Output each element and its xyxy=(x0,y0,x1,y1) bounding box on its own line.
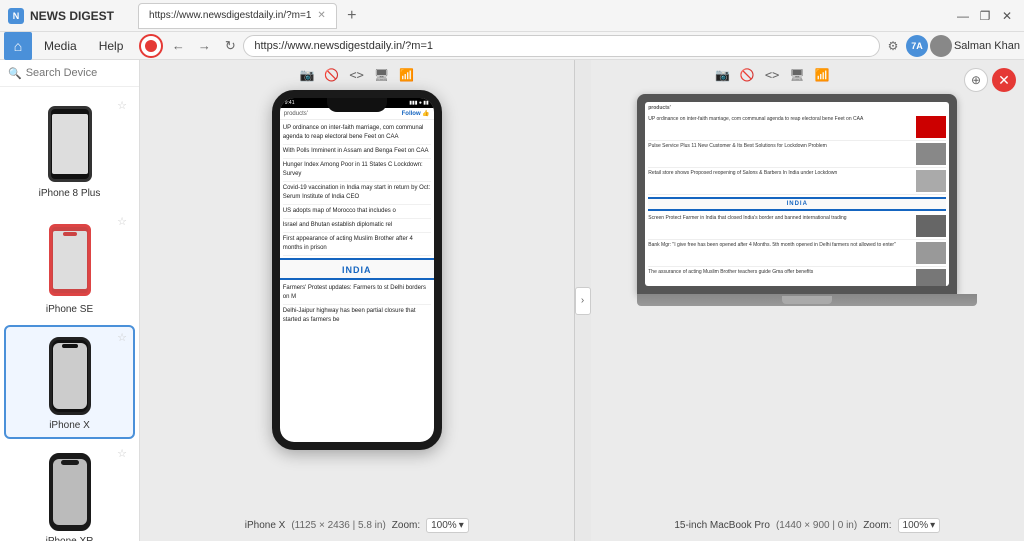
main-area: 🔍 « ☆ iPhone 8 Plus ☆ xyxy=(0,60,1024,541)
tool-block-left[interactable]: 🚫 xyxy=(324,68,339,82)
app-icon: N xyxy=(8,8,24,24)
nav-controls: ← → ↻ xyxy=(139,34,241,58)
record-button[interactable] xyxy=(139,34,163,58)
search-box: 🔍 « xyxy=(0,60,139,87)
home-icon: ⌂ xyxy=(14,38,22,54)
laptop-screen: products' UP ordinance on inter-faith ma… xyxy=(645,102,949,286)
zoom-chevron-right: ▾ xyxy=(930,520,935,531)
tab-close-icon[interactable]: ✕ xyxy=(317,10,325,21)
laptop-lid: products' UP ordinance on inter-faith ma… xyxy=(637,94,957,294)
zoom-label-right: Zoom: xyxy=(863,520,891,531)
device-thumb-iphonese xyxy=(35,217,105,302)
right-pane-toolbar: 📷 🚫 <> 🖥 📶 xyxy=(715,68,830,82)
tool-camera-left[interactable]: 📷 xyxy=(299,68,314,82)
left-pane-status: iPhone X (1125 × 2436 | 5.8 in) Zoom: 10… xyxy=(245,512,469,533)
star-icon-xr[interactable]: ☆ xyxy=(117,447,127,460)
resolution-left: (1125 × 2436 | 5.8 in) xyxy=(291,520,385,531)
home-button[interactable]: ⌂ xyxy=(4,32,32,60)
device-label-left: iPhone X xyxy=(245,520,286,531)
device-name-iphonese: iPhone SE xyxy=(46,304,93,315)
laptop-base xyxy=(637,294,977,306)
forward-button[interactable]: → xyxy=(193,35,215,57)
tool-wifi-left[interactable]: 📶 xyxy=(399,68,414,82)
zoom-value-left: 100% xyxy=(431,520,457,531)
maximize-button[interactable]: ❐ xyxy=(976,7,994,25)
window-controls: — ❐ ✕ xyxy=(954,7,1016,25)
macbook-mock: products' UP ordinance on inter-faith ma… xyxy=(637,94,977,307)
resolution-right: (1440 × 900 | 0 in) xyxy=(776,520,857,531)
zoom-select-left[interactable]: 100% ▾ xyxy=(426,518,469,533)
title-bar: N NEWS DIGEST https://www.newsdigestdail… xyxy=(0,0,1024,32)
device-name-iphonex: iPhone X xyxy=(49,420,90,431)
pane-divider: › xyxy=(575,60,591,541)
menu-media[interactable]: Media xyxy=(34,35,87,57)
action-button[interactable]: ⊕ xyxy=(964,68,988,92)
expand-button[interactable]: › xyxy=(575,287,591,315)
tab-url: https://www.newsdigestdaily.in/?m=1 xyxy=(149,10,311,21)
tool-code-left[interactable]: <> xyxy=(349,68,363,82)
sidebar-item-iphonexr[interactable]: ☆ iPhone XR xyxy=(4,441,135,541)
zoom-label-left: Zoom: xyxy=(392,520,420,531)
search-icon: 🔍 xyxy=(8,67,22,80)
iphone-x-mock: 9:41 ▮▮▮ ● ▮▮ products' Follow 👍 UP ordi… xyxy=(272,90,442,450)
app-title: NEWS DIGEST xyxy=(30,9,114,23)
search-input[interactable] xyxy=(26,67,140,79)
user-badge: 7A xyxy=(906,35,928,57)
device-name-iphone8plus: iPhone 8 Plus xyxy=(39,188,101,199)
minimize-button[interactable]: — xyxy=(954,7,972,25)
left-preview-pane: 📷 🚫 <> 🖥 📶 9:41 ▮▮▮ ● ▮▮ xyxy=(140,60,575,541)
settings-icon: ⚙ xyxy=(888,39,899,53)
settings-button[interactable]: ⚙ xyxy=(882,35,904,57)
menu-bar: ⌂ Media Help ← → ↻ https://www.newsdiges… xyxy=(0,32,1024,60)
tab-bar: https://www.newsdigestdaily.in/?m=1 ✕ + xyxy=(138,3,363,29)
tool-wifi-right[interactable]: 📶 xyxy=(815,68,830,82)
title-bar-left: N NEWS DIGEST xyxy=(8,8,114,24)
close-pane-button[interactable]: ✕ xyxy=(992,68,1016,92)
device-label-right: 15-inch MacBook Pro xyxy=(674,520,770,531)
right-preview-pane: ✕ ⊕ 📷 🚫 <> 🖥 📶 products' xyxy=(591,60,1024,541)
close-button[interactable]: ✕ xyxy=(998,7,1016,25)
add-tab-button[interactable]: + xyxy=(341,5,363,27)
left-pane-toolbar: 📷 🚫 <> 🖥 📶 xyxy=(299,68,414,82)
url-bar[interactable]: https://www.newsdigestdaily.in/?m=1 xyxy=(243,35,880,57)
sidebar-item-iphonese[interactable]: ☆ iPhone SE xyxy=(4,209,135,323)
url-text: https://www.newsdigestdaily.in/?m=1 xyxy=(254,40,433,52)
tool-block-right[interactable]: 🚫 xyxy=(740,68,755,82)
back-button[interactable]: ← xyxy=(167,35,189,57)
iphone-x-body: 9:41 ▮▮▮ ● ▮▮ products' Follow 👍 UP ordi… xyxy=(272,90,442,450)
reload-button[interactable]: ↻ xyxy=(219,35,241,57)
iphone-x-screen: 9:41 ▮▮▮ ● ▮▮ products' Follow 👍 UP ordi… xyxy=(280,98,434,442)
tool-camera-right[interactable]: 📷 xyxy=(715,68,730,82)
tool-screen-right[interactable]: 🖥 xyxy=(789,68,804,82)
menu-help[interactable]: Help xyxy=(89,35,134,57)
right-pane-status: 15-inch MacBook Pro (1440 × 900 | 0 in) … xyxy=(674,512,940,533)
tool-code-right[interactable]: <> xyxy=(765,68,779,82)
zoom-chevron-left: ▾ xyxy=(459,520,464,531)
sidebar-item-iphonex[interactable]: ☆ iPhone X xyxy=(4,325,135,439)
zoom-select-right[interactable]: 100% ▾ xyxy=(898,518,941,533)
star-icon-se[interactable]: ☆ xyxy=(117,215,127,228)
user-name: Salman Khan xyxy=(954,40,1020,52)
zoom-value-right: 100% xyxy=(903,520,929,531)
device-thumb-iphonex xyxy=(35,333,105,418)
sidebar: 🔍 « ☆ iPhone 8 Plus ☆ xyxy=(0,60,140,541)
content-area: 📷 🚫 <> 🖥 📶 9:41 ▮▮▮ ● ▮▮ xyxy=(140,60,1024,541)
record-indicator xyxy=(145,40,157,52)
device-thumb-iphonexr xyxy=(35,449,105,534)
device-name-iphonexr: iPhone XR xyxy=(46,536,94,541)
browser-tab[interactable]: https://www.newsdigestdaily.in/?m=1 ✕ xyxy=(138,3,337,29)
iphone-x-notch xyxy=(327,98,387,112)
device-thumb-iphone8plus xyxy=(35,101,105,186)
avatar-button[interactable] xyxy=(930,35,952,57)
star-icon-x[interactable]: ☆ xyxy=(117,331,127,344)
device-list: ☆ iPhone 8 Plus ☆ iPhone SE xyxy=(0,87,139,541)
laptop-notch xyxy=(782,296,832,304)
sidebar-item-iphone8plus[interactable]: ☆ iPhone 8 Plus xyxy=(4,93,135,207)
tool-screen-left[interactable]: 🖥 xyxy=(374,68,389,82)
star-icon[interactable]: ☆ xyxy=(117,99,127,112)
